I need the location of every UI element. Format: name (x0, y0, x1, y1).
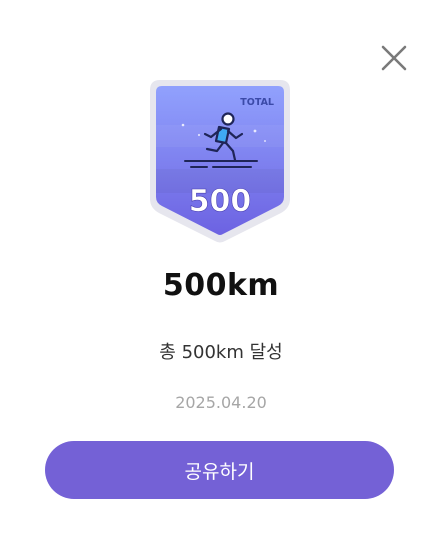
share-button-label: 공유하기 (184, 460, 255, 483)
close-button[interactable] (376, 40, 412, 76)
achievement-date: 2025.04.20 (175, 393, 267, 412)
share-button[interactable]: 공유하기 (45, 441, 394, 499)
achievement-badge: TOTAL 500 (147, 77, 293, 245)
close-icon (376, 40, 412, 76)
achievement-description: 총 500km 달성 (159, 342, 283, 363)
badge-tag: TOTAL (240, 97, 274, 108)
achievement-title: 500km (162, 268, 280, 303)
badge-number: 500 (189, 184, 252, 219)
